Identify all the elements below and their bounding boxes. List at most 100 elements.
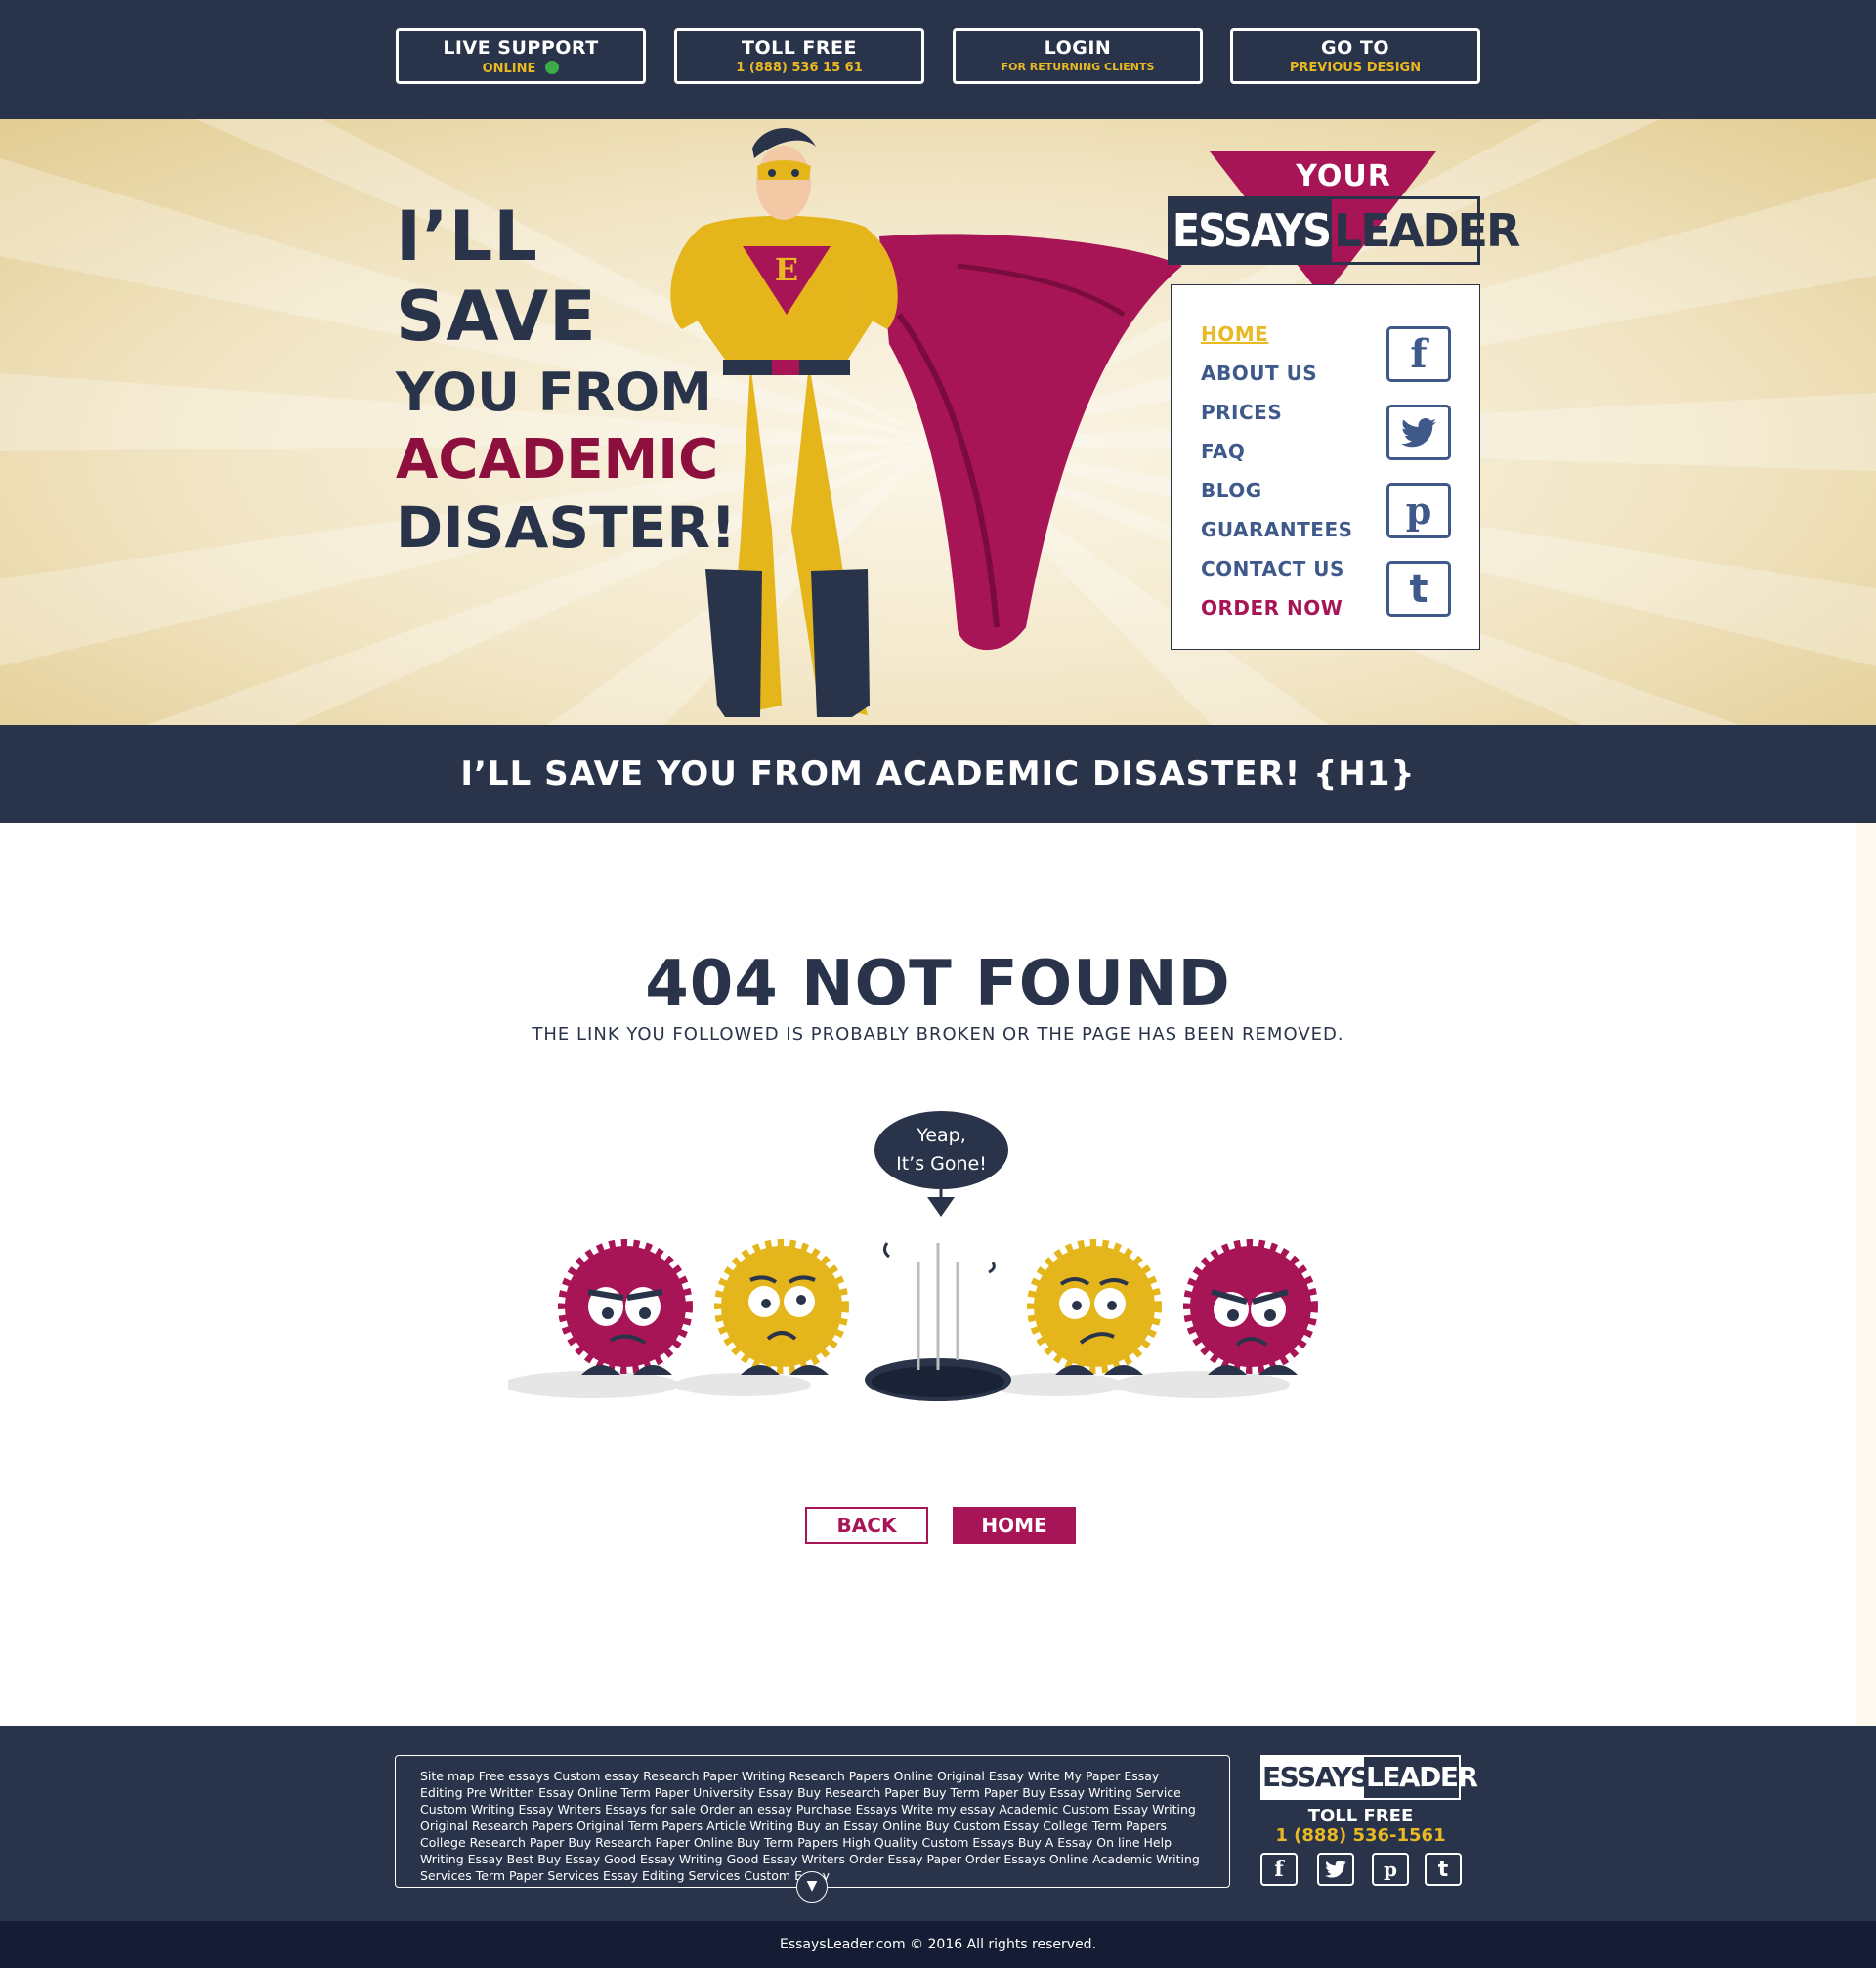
footer-link[interactable]: Article Writing — [706, 1818, 793, 1833]
footer-link[interactable]: Research Papers Online — [789, 1769, 933, 1783]
footer-link[interactable]: Order Essay Paper — [849, 1852, 961, 1866]
footer-logo-essays: ESSAYS — [1262, 1757, 1370, 1798]
footer-logo[interactable]: ESSAYS LEADER — [1260, 1755, 1478, 1800]
nav-guarantees[interactable]: GUARANTEES — [1201, 518, 1353, 557]
copyright-bar: EssaysLeader.com © 2016 All rights reser… — [0, 1921, 1876, 1968]
twitter-icon[interactable] — [1386, 405, 1451, 460]
not-found-section: 404 NOT FOUND THE LINK YOU FOLLOWED IS P… — [0, 823, 1876, 1726]
footer-tumblr-icon[interactable]: t — [1425, 1853, 1462, 1886]
previous-design-button[interactable]: GO TO PREVIOUS DESIGN — [1230, 28, 1480, 84]
footer-link[interactable]: Essays for sale — [605, 1802, 696, 1817]
back-button[interactable]: BACK — [805, 1507, 928, 1544]
toll-free-title: TOLL FREE — [741, 37, 857, 59]
footer-link[interactable]: High Quality Custom Essays — [842, 1835, 1014, 1850]
not-found-subtitle: THE LINK YOU FOLLOWED IS PROBABLY BROKEN… — [532, 1024, 1344, 1045]
tumblr-glyph: t — [1409, 566, 1428, 612]
footer-link[interactable]: Purchase Essays — [796, 1802, 897, 1817]
footer-link[interactable]: Good Essay Writing — [604, 1852, 722, 1866]
footer-link[interactable]: College Research Paper — [420, 1835, 564, 1850]
footer-link[interactable]: Writing Service — [1088, 1785, 1181, 1800]
top-bar: LIVE SUPPORT ONLINE TOLL FREE 1 (888) 53… — [0, 0, 1876, 119]
footer-link[interactable]: Research Paper Writing — [643, 1769, 785, 1783]
live-support-button[interactable]: LIVE SUPPORT ONLINE — [396, 28, 646, 84]
footer-link[interactable]: Original Essay — [937, 1769, 1024, 1783]
footer-link[interactable]: Online Term Paper — [577, 1785, 689, 1800]
footer-link[interactable]: Write My Paper — [1028, 1769, 1121, 1783]
footer-link[interactable]: Buy Term Papers — [737, 1835, 838, 1850]
footer-link[interactable]: Term Paper Services — [476, 1868, 599, 1883]
footer-link[interactable]: Essay Writers — [519, 1802, 602, 1817]
twitter-bird-icon — [1401, 417, 1436, 447]
footer-facebook-icon[interactable]: f — [1260, 1853, 1298, 1886]
facebook-icon[interactable]: f — [1386, 326, 1451, 382]
online-dot-icon — [545, 61, 560, 74]
footer-link[interactable]: Custom Writing — [420, 1802, 515, 1817]
toll-free-button[interactable]: TOLL FREE 1 (888) 536 15 61 — [674, 28, 924, 84]
footer-link[interactable]: Order an essay — [700, 1802, 792, 1817]
footer-link[interactable]: Buy Custom Essay — [926, 1818, 1040, 1833]
footer-pinterest-icon[interactable]: p — [1372, 1853, 1409, 1886]
footer-link[interactable]: Buy Term Paper — [923, 1785, 1019, 1800]
nav-about-us[interactable]: ABOUT US — [1201, 362, 1353, 401]
cape-shape — [879, 234, 1182, 651]
footer-link[interactable]: Buy Essay — [1022, 1785, 1085, 1800]
footer-link[interactable]: Academic Custom Essay Writing — [999, 1802, 1195, 1817]
footer-link[interactable]: Good Essay Writers — [727, 1852, 846, 1866]
hole-illustration — [865, 1242, 1011, 1401]
logo-your: YOUR — [1296, 159, 1391, 193]
speech-bubble: Yeap, It’s Gone! — [874, 1111, 1008, 1189]
superhero-illustration: E — [670, 128, 1182, 717]
footer-phone[interactable]: 1 (888) 536-1561 — [1260, 1825, 1461, 1846]
yellow-creature-right — [1027, 1239, 1162, 1375]
nav-home[interactable]: HOME — [1201, 322, 1353, 362]
footer-link[interactable]: Buy an Essay Online — [797, 1818, 922, 1833]
pinterest-glyph: p — [1405, 489, 1432, 533]
footer-link[interactable]: Original Term Papers — [576, 1818, 703, 1833]
footer-logo-leader: LEADER — [1366, 1761, 1478, 1793]
footer: Site map Free essays Custom essay Resear… — [0, 1726, 1876, 1921]
footer-toll-free-label: TOLL FREE — [1307, 1806, 1414, 1826]
footer-link[interactable]: Original Research Papers — [420, 1818, 573, 1833]
nav-contact-us[interactable]: CONTACT US — [1201, 557, 1353, 596]
home-button[interactable]: HOME — [953, 1507, 1076, 1544]
nav-faq[interactable]: FAQ — [1201, 440, 1353, 479]
footer-link[interactable]: College Term Papers — [1043, 1818, 1167, 1833]
logo-wordmark: ESSAYS LEADER — [1168, 196, 1520, 265]
footer-link[interactable]: Buy A Essay On line — [1018, 1835, 1140, 1850]
hero-banner: I’LL SAVE YOU FROM ACADEMIC DISASTER! E — [0, 119, 1876, 725]
footer-twitter-bird-icon — [1325, 1861, 1346, 1878]
logo-leader: LEADER — [1334, 204, 1520, 257]
nav-prices[interactable]: PRICES — [1201, 401, 1353, 440]
footer-link[interactable]: Write my essay — [901, 1802, 995, 1817]
tumblr-icon[interactable]: t — [1386, 561, 1451, 617]
login-button[interactable]: LOGIN FOR RETURNING CLIENTS — [953, 28, 1203, 84]
copyright-text: EssaysLeader.com © 2016 All rights reser… — [779, 1937, 1097, 1952]
footer-link[interactable]: Order Essays Online — [965, 1852, 1088, 1866]
pinterest-icon[interactable]: p — [1386, 483, 1451, 538]
footer-link[interactable]: Site map — [420, 1769, 475, 1783]
footer-link[interactable]: Free essays — [479, 1769, 550, 1783]
main-navigation: HOME ABOUT US PRICES FAQ BLOG GUARANTEES… — [1171, 284, 1480, 650]
footer-link[interactable]: Buy Research Paper — [797, 1785, 919, 1800]
toll-free-number: 1 (888) 536 15 61 — [736, 61, 863, 75]
footer-link-list: Site map Free essays Custom essay Resear… — [420, 1768, 1205, 1884]
live-support-status: ONLINE — [399, 61, 643, 76]
footer-links: Site map Free essays Custom essay Resear… — [395, 1755, 1230, 1903]
yellow-creature-left — [714, 1239, 849, 1375]
footer-facebook-glyph: f — [1274, 1857, 1284, 1882]
bubble-line-1: Yeap, — [917, 1125, 966, 1146]
footer-link[interactable]: University Essay — [693, 1785, 793, 1800]
live-support-title: LIVE SUPPORT — [443, 37, 599, 59]
footer-twitter-icon[interactable] — [1317, 1853, 1354, 1886]
footer-link[interactable]: Essay Editing Services — [603, 1868, 740, 1883]
footer-link[interactable]: Buy Research Paper Online — [568, 1835, 733, 1850]
footer-link[interactable]: Custom essay — [554, 1769, 640, 1783]
footer-link[interactable]: Best Buy Essay — [507, 1852, 601, 1866]
logo-essays: ESSAYS — [1171, 199, 1332, 262]
previous-design-title: GO TO — [1321, 37, 1389, 59]
nav-blog[interactable]: BLOG — [1201, 479, 1353, 518]
nav-order-now[interactable]: ORDER NOW — [1201, 596, 1353, 635]
expand-links-button[interactable]: ▼ — [796, 1871, 828, 1903]
footer-link[interactable]: Pre Written Essay — [467, 1785, 575, 1800]
online-label: ONLINE — [482, 62, 536, 76]
